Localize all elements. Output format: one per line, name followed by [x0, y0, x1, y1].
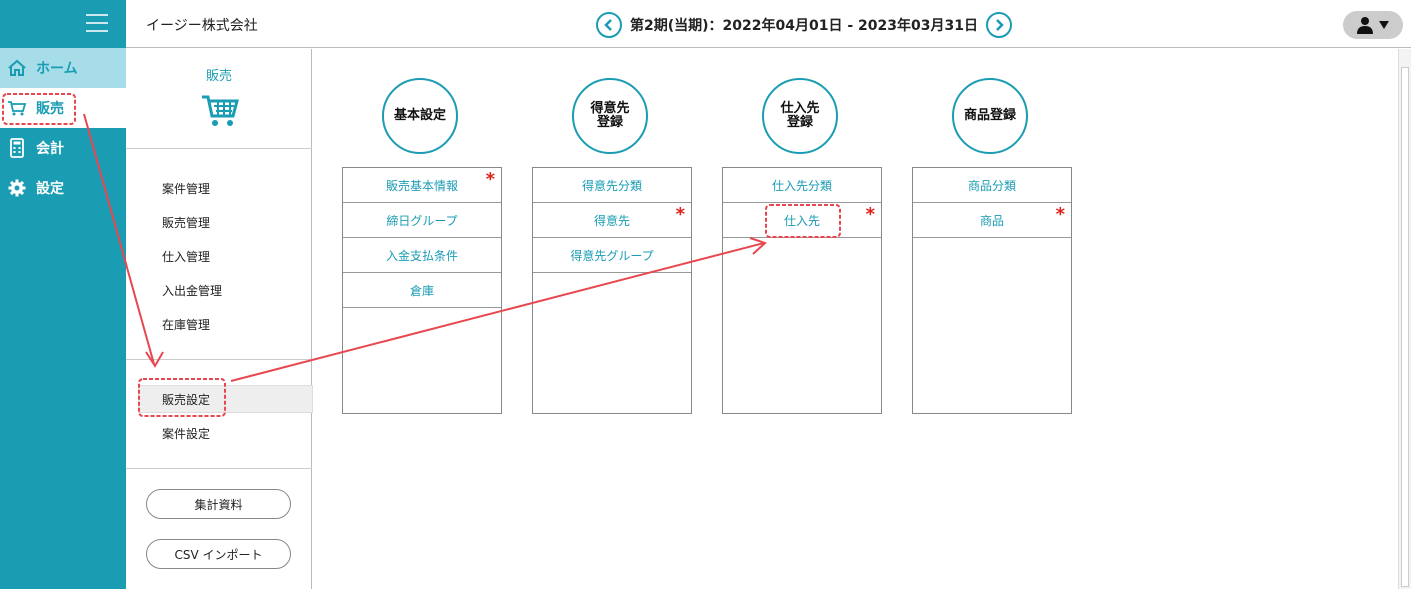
list-item-product[interactable]: 商品 * — [913, 203, 1071, 238]
list-item-payment-terms[interactable]: 入金支払条件 — [343, 238, 501, 273]
list-item-closing-group[interactable]: 締日グループ — [343, 203, 501, 238]
summary-report-button[interactable]: 集計資料 — [146, 489, 291, 519]
column-list: 商品分類 商品 * — [912, 167, 1072, 414]
csv-import-button[interactable]: CSV インポート — [146, 539, 291, 569]
user-menu-button[interactable] — [1343, 11, 1403, 39]
gear-icon — [6, 177, 28, 199]
list-item-warehouse[interactable]: 倉庫 — [343, 273, 501, 308]
cart-icon — [202, 95, 239, 126]
nav-item-settings[interactable]: 設定 — [0, 168, 126, 208]
column-list: 仕入先分類 仕入先 * — [722, 167, 882, 414]
column-list: 販売基本情報 * 締日グループ 入金支払条件 倉庫 — [342, 167, 502, 414]
subnav-item-sales-mgmt[interactable]: 販売管理 — [162, 214, 210, 231]
item-label: 得意先分類 — [581, 178, 642, 193]
list-item-customer-category[interactable]: 得意先分類 — [533, 168, 691, 203]
divider — [126, 468, 312, 469]
subnav-item-project-settings[interactable]: 案件設定 — [162, 425, 210, 442]
cart-icon — [6, 97, 28, 119]
next-period-button[interactable] — [985, 12, 1012, 38]
chevron-left-icon — [604, 19, 612, 31]
item-label: 商品分類 — [967, 178, 1016, 193]
scrollbar-thumb[interactable] — [1401, 67, 1409, 587]
nav-label: 会計 — [36, 141, 64, 157]
divider — [126, 148, 312, 149]
item-label: 仕入先 — [783, 213, 820, 228]
period-text: 第2期(当期)：2022年04月01日 - 2023年03月31日 — [630, 18, 978, 34]
nav-item-home[interactable]: ホーム — [0, 48, 126, 88]
nav-label: 設定 — [36, 181, 64, 197]
item-label: 仕入先分類 — [771, 178, 832, 193]
required-mark: * — [1055, 204, 1065, 225]
column-title: 商品登録 — [952, 78, 1028, 154]
subnav-item-payments[interactable]: 入出金管理 — [162, 282, 222, 299]
divider — [126, 359, 312, 360]
list-item-customer-group[interactable]: 得意先グループ — [533, 238, 691, 273]
nav-label: ホーム — [36, 61, 78, 77]
subnav-item-projects[interactable]: 案件管理 — [162, 180, 210, 197]
caret-down-icon — [1379, 21, 1389, 29]
nav-label: 販売 — [36, 101, 64, 117]
user-icon — [1357, 17, 1373, 34]
column-title: 基本設定 — [382, 78, 458, 154]
list-item-sales-basic-info[interactable]: 販売基本情報 * — [343, 168, 501, 203]
item-label: 商品 — [979, 213, 1004, 228]
required-mark: * — [675, 204, 685, 225]
list-item-product-category[interactable]: 商品分類 — [913, 168, 1071, 203]
prev-period-button[interactable] — [596, 12, 622, 38]
header: イージー株式会社 第2期(当期)：2022年04月01日 - 2023年03月3… — [126, 0, 1411, 48]
subnav-title: 販売 — [205, 69, 232, 84]
item-label: 入金支払条件 — [385, 248, 458, 263]
column-title: 得意先 登録 — [572, 78, 648, 154]
nav-item-sales[interactable]: 販売 — [0, 88, 126, 128]
column-title: 仕入先 登録 — [762, 78, 838, 154]
main-content: 基本設定 販売基本情報 * 締日グループ 入金支払条件 倉庫 得意先 登録 得意先… — [313, 49, 1398, 589]
subnav-item-purchase-mgmt[interactable]: 仕入管理 — [162, 248, 210, 265]
period-selector: 第2期(当期)：2022年04月01日 - 2023年03月31日 — [596, 11, 1012, 39]
item-label: 締日グループ — [386, 213, 458, 228]
company-name: イージー株式会社 — [146, 18, 258, 34]
item-label: 得意先 — [593, 213, 630, 228]
required-mark: * — [485, 169, 495, 190]
left-nav: ホーム 販売 会計 設定 — [0, 0, 126, 589]
chevron-right-icon — [996, 19, 1004, 31]
hamburger-menu-icon[interactable] — [86, 14, 108, 32]
column-list: 得意先分類 得意先 * 得意先グループ — [532, 167, 692, 414]
home-icon — [6, 57, 28, 79]
sales-subnav: 販売 案件管理 販売管理 仕入管理 入出金管理 在庫管理 販売設定 案件設定 集… — [126, 49, 313, 589]
item-label: 倉庫 — [409, 283, 434, 298]
nav-item-accounting[interactable]: 会計 — [0, 128, 126, 168]
calculator-icon — [6, 137, 28, 159]
vertical-scrollbar[interactable] — [1398, 49, 1411, 589]
list-item-supplier[interactable]: 仕入先 * — [723, 203, 881, 238]
item-label: 得意先グループ — [570, 248, 654, 263]
subnav-item-inventory[interactable]: 在庫管理 — [162, 316, 210, 333]
required-mark: * — [865, 204, 875, 225]
list-item-supplier-category[interactable]: 仕入先分類 — [723, 168, 881, 203]
item-label: 販売基本情報 — [385, 178, 458, 193]
list-item-customer[interactable]: 得意先 * — [533, 203, 691, 238]
subnav-item-sales-settings[interactable]: 販売設定 — [162, 391, 210, 408]
